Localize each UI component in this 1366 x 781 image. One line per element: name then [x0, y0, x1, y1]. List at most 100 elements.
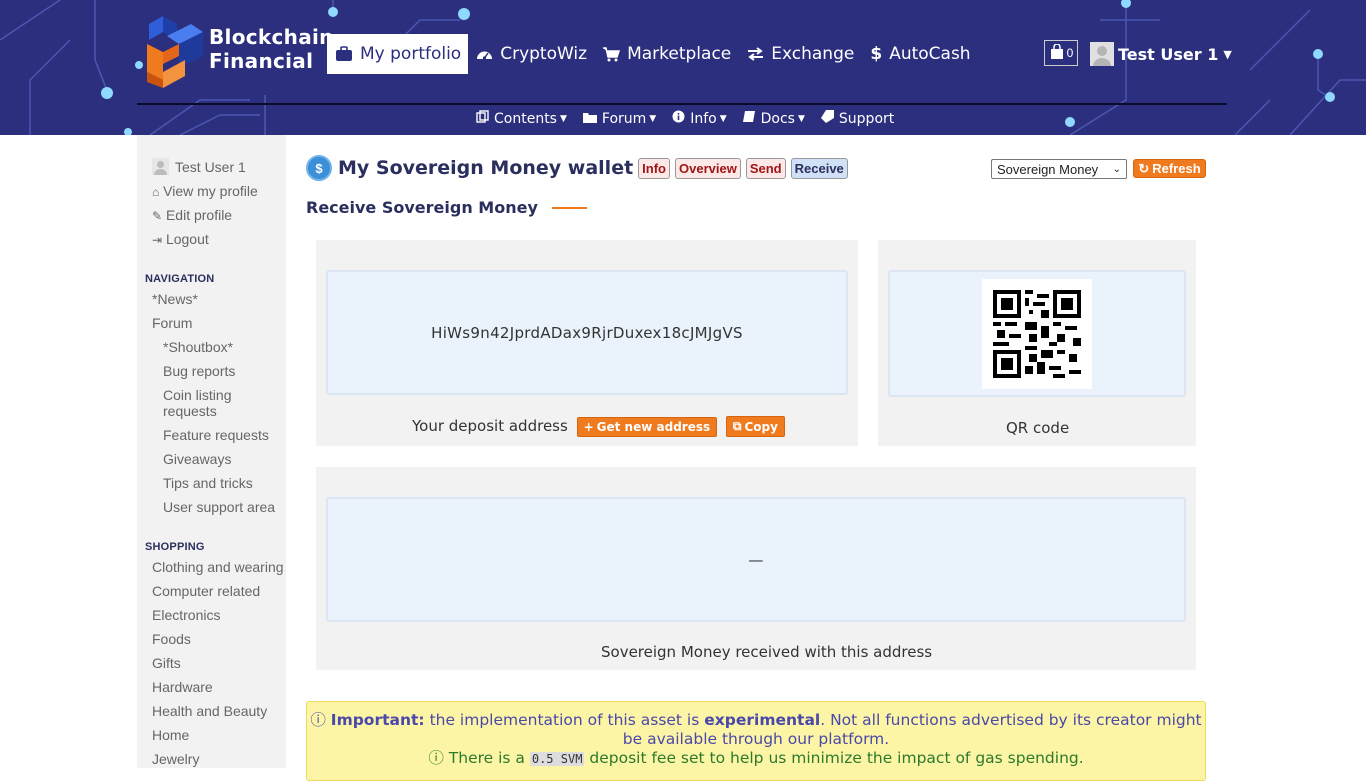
plus-icon: +: [583, 419, 594, 434]
dollar-icon: $: [870, 44, 883, 64]
nav-autocash[interactable]: $ AutoCash: [862, 34, 978, 74]
subnav-forum[interactable]: Forum ▼: [582, 111, 657, 127]
tab-receive[interactable]: Receive: [790, 157, 848, 179]
subnav-label: Contents: [494, 110, 557, 127]
user-menu[interactable]: Test User 1 ▼: [1090, 42, 1232, 66]
sidebar-item-giveaways[interactable]: Giveaways: [163, 451, 231, 467]
sidebar-item-gifts[interactable]: Gifts: [152, 655, 181, 671]
cart-button[interactable]: 0: [1044, 40, 1078, 66]
asset-select[interactable]: Sovereign Money ⌄: [991, 159, 1127, 179]
sidebar-item-coin-listing[interactable]: Coin listing requests: [163, 387, 231, 419]
subnav-label: Support: [838, 110, 895, 127]
refresh-button[interactable]: ↻ Refresh: [1133, 159, 1206, 178]
sidebar-user[interactable]: Test User 1: [152, 158, 246, 175]
page-title: My Sovereign Money wallet: [338, 157, 634, 179]
brand-logo[interactable]: Blockchain Financial: [145, 10, 334, 88]
sidebar-item-shoutbox[interactable]: *Shoutbox*: [163, 339, 233, 355]
refresh-icon: ↻: [1138, 160, 1150, 176]
caret-down-icon: ▼: [559, 113, 567, 124]
subnav-info[interactable]: Info ▼: [672, 110, 727, 127]
section-subtitle: Receive Sovereign Money: [306, 198, 587, 217]
received-value: —: [748, 550, 764, 569]
logout-link[interactable]: ⇥ Logout: [152, 231, 209, 247]
info-circle-icon: ⓘ: [428, 749, 444, 767]
notice-line-2: ⓘ There is a 0.5 SVM deposit fee set to …: [307, 749, 1205, 769]
important-notice: ⓘ Important: the implementation of this …: [306, 701, 1206, 781]
tab-send[interactable]: Send: [745, 157, 786, 179]
sidebar-item-label: requests: [163, 403, 217, 419]
notice-text: deposit fee set to help us minimize the …: [589, 749, 1084, 767]
dashboard-icon: [476, 47, 493, 61]
nav-label: Marketplace: [627, 44, 732, 64]
asset-select-value: Sovereign Money: [997, 161, 1099, 177]
sidebar-item-tips[interactable]: Tips and tricks: [163, 475, 253, 491]
header-divider: [137, 103, 1227, 105]
cart-count: 0: [1066, 46, 1074, 60]
deposit-address-panel: HiWs9n42JprdADax9RjrDuxex18cJMJgVS Your …: [316, 240, 858, 446]
blockchain-cube-icon: [145, 10, 203, 88]
sidebar-item-news[interactable]: *News*: [152, 291, 198, 307]
sidebar-item-bug-reports[interactable]: Bug reports: [163, 363, 235, 379]
caret-down-icon: ▼: [649, 113, 657, 124]
sidebar-item-feature-requests[interactable]: Feature requests: [163, 427, 269, 443]
deposit-address-box[interactable]: HiWs9n42JprdADax9RjrDuxex18cJMJgVS: [326, 270, 848, 395]
nav-my-portfolio[interactable]: My portfolio: [327, 34, 469, 74]
notice-line-1: ⓘ Important: the implementation of this …: [307, 711, 1205, 749]
qr-code-icon: [993, 289, 1081, 378]
subtitle-text: Receive Sovereign Money: [306, 198, 538, 217]
nav-marketplace[interactable]: Marketplace: [595, 34, 739, 74]
sidebar-user-name: Test User 1: [175, 158, 246, 175]
notice-text: the implementation of this asset is: [429, 711, 700, 729]
pencil-icon: ✎: [152, 209, 163, 223]
subnav-support[interactable]: Support: [820, 110, 895, 127]
brand-name-line1: Blockchain: [209, 25, 334, 49]
subnav-contents[interactable]: Contents ▼: [476, 110, 567, 127]
edit-profile-label: Edit profile: [165, 207, 233, 223]
sidebar: Test User 1 ⌂ View my profile ✎ Edit pro…: [137, 135, 286, 768]
folder-icon: [582, 111, 597, 127]
site-header: Blockchain Financial My portfolio Crypto…: [0, 0, 1366, 135]
sidebar-item-jewelry[interactable]: Jewelry: [152, 751, 199, 767]
qr-panel: QR code: [878, 240, 1196, 446]
nav-cryptowiz[interactable]: CryptoWiz: [468, 34, 595, 74]
sovereign-money-coin-icon: $: [306, 155, 332, 181]
edit-profile-link[interactable]: ✎ Edit profile: [152, 207, 232, 223]
chevron-down-icon: ⌄: [1112, 163, 1121, 175]
briefcase-icon: [335, 46, 353, 62]
sidebar-item-health[interactable]: Health and Beauty: [152, 703, 267, 719]
brand-name-line2: Financial: [209, 49, 314, 73]
received-box: —: [326, 497, 1186, 622]
exchange-icon: [747, 47, 764, 61]
sidebar-item-forum[interactable]: Forum: [152, 315, 192, 331]
deposit-caption: Your deposit address: [412, 417, 568, 435]
ticket-icon: [820, 110, 834, 127]
nav-exchange[interactable]: Exchange: [739, 34, 862, 74]
sign-out-icon: ⇥: [152, 233, 163, 247]
sidebar-item-electronics[interactable]: Electronics: [152, 607, 220, 623]
refresh-label: Refresh: [1152, 161, 1201, 176]
nav-label: CryptoWiz: [500, 44, 588, 64]
sidebar-item-clothing[interactable]: Clothing and wearing: [152, 559, 284, 575]
copy-button[interactable]: ⧉ Copy: [725, 416, 785, 437]
view-profile-link[interactable]: ⌂ View my profile: [152, 183, 258, 199]
info-icon: [672, 110, 685, 127]
subnav-docs[interactable]: Docs ▼: [742, 110, 805, 127]
subnav-label: Docs: [760, 110, 795, 127]
tab-overview[interactable]: Overview: [675, 157, 741, 179]
shopping-bag-icon: [1049, 42, 1065, 63]
wallet-title-row: $ My Sovereign Money wallet Info Overvie…: [306, 155, 848, 181]
sidebar-item-computer[interactable]: Computer related: [152, 583, 260, 599]
sidebar-item-hardware[interactable]: Hardware: [152, 679, 213, 695]
sidebar-item-foods[interactable]: Foods: [152, 631, 191, 647]
deposit-address[interactable]: HiWs9n42JprdADax9RjrDuxex18cJMJgVS: [431, 324, 743, 342]
tab-info[interactable]: Info: [638, 157, 670, 179]
nav-label: Exchange: [771, 44, 855, 64]
copy-icon: ⧉: [732, 419, 742, 433]
get-new-address-button[interactable]: + Get new address: [576, 416, 718, 437]
sidebar-item-user-support[interactable]: User support area: [163, 499, 275, 515]
cart-icon: [603, 46, 621, 62]
sidebar-item-home[interactable]: Home: [152, 727, 189, 743]
copy-label: Copy: [744, 419, 778, 434]
top-navigation: My portfolio CryptoWiz Marketplace Excha…: [327, 34, 979, 74]
user-name: Test User 1: [1118, 44, 1219, 64]
